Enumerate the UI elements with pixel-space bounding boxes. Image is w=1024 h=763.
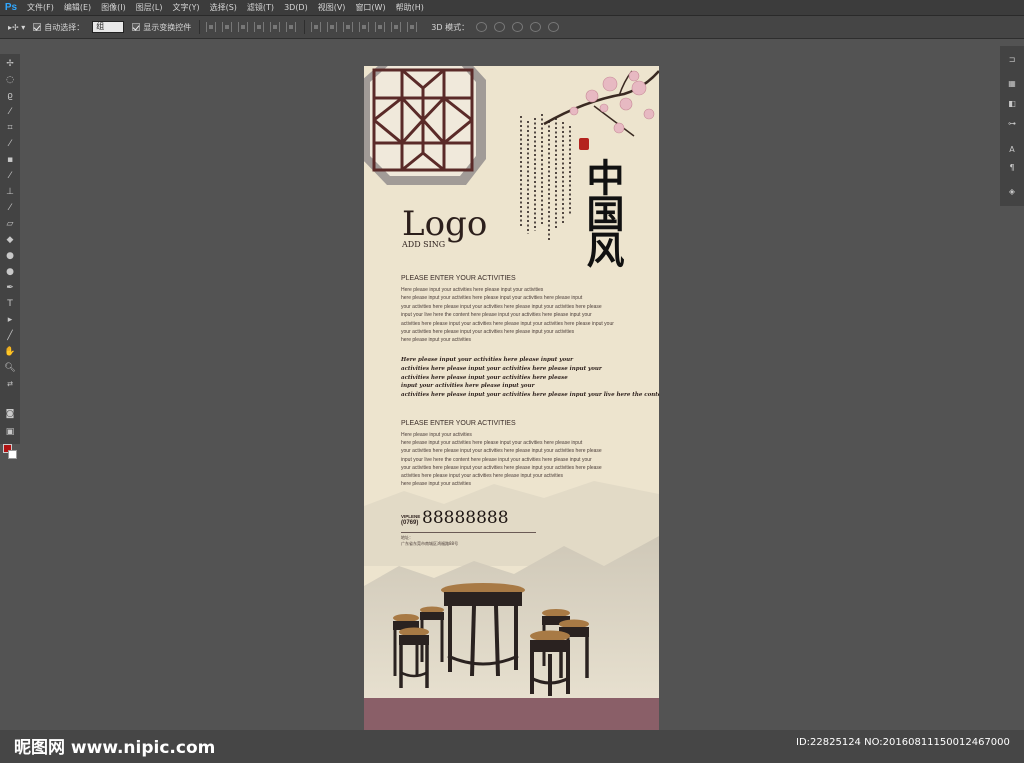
lasso-tool-icon[interactable]: ϱ — [4, 90, 16, 102]
distribute-top-icon[interactable] — [311, 22, 322, 32]
3d-panel-icon[interactable]: ◈ — [1006, 186, 1018, 198]
menu-type[interactable]: 文字(Y) — [167, 2, 204, 13]
options-bar: ▸✢ ▾ 自动选择： 组 显示变换控件 3D 模式： — [0, 16, 1024, 39]
type-tool-icon[interactable]: T — [4, 298, 16, 310]
show-transform-label: 显示变换控件 — [143, 22, 192, 32]
menu-image[interactable]: 图像(I) — [96, 2, 131, 13]
align-right-icon[interactable] — [286, 22, 297, 32]
menu-window[interactable]: 窗口(W) — [350, 2, 390, 13]
screen-mode-icon[interactable]: ▣ — [4, 426, 16, 438]
dodge-tool-icon[interactable]: ● — [4, 266, 16, 278]
distribute-bottom-icon[interactable] — [343, 22, 354, 32]
align-top-icon[interactable] — [206, 22, 217, 32]
separator — [304, 20, 306, 34]
3d-mode-label: 3D 模式： — [431, 22, 470, 32]
eraser-tool-icon[interactable]: ▱ — [4, 218, 16, 230]
photoshop-window: Ps 文件(F) 编辑(E) 图像(I) 图层(L) 文字(Y) 选择(S) 滤… — [0, 0, 1024, 763]
hand-tool-icon[interactable]: ✋ — [4, 346, 16, 358]
move-tool-icon[interactable]: ✢ — [4, 58, 16, 70]
move-tool-preset-icon[interactable]: ▸✢ ▾ — [8, 23, 25, 32]
path-select-tool-icon[interactable]: ▸ — [4, 314, 16, 326]
distribute-right-icon[interactable] — [391, 22, 402, 32]
furniture-illustration — [364, 583, 659, 730]
footer-band — [364, 698, 659, 730]
brush-panel-icon[interactable]: ⊶ — [1006, 118, 1018, 130]
separator — [199, 20, 201, 34]
history-brush-tool-icon[interactable]: ⁄ — [4, 202, 16, 214]
auto-select-dropdown[interactable]: 组 — [92, 21, 125, 33]
clone-stamp-tool-icon[interactable]: ⊥ — [4, 186, 16, 198]
brush-tool-icon[interactable]: ⁄ — [4, 170, 16, 182]
nipic-watermark: 昵图网 www.nipic.com — [14, 738, 216, 758]
swap-colors-icon[interactable]: ⇄ — [4, 378, 16, 390]
3d-pan-icon[interactable] — [512, 22, 524, 32]
distribute-hcenter-icon[interactable] — [375, 22, 386, 32]
align-hcenter-icon[interactable] — [270, 22, 281, 32]
healing-brush-tool-icon[interactable]: ▪ — [4, 154, 16, 166]
menu-help[interactable]: 帮助(H) — [391, 2, 429, 13]
paint-bucket-tool-icon[interactable]: ◆ — [4, 234, 16, 246]
menu-edit[interactable]: 编辑(E) — [59, 2, 96, 13]
crop-tool-icon[interactable]: ⌗ — [4, 122, 16, 134]
pen-tool-icon[interactable]: ✒ — [4, 282, 16, 294]
menu-layer[interactable]: 图层(L) — [131, 2, 168, 13]
stool-left-front — [399, 627, 429, 688]
photoshop-logo: Ps — [4, 2, 18, 13]
menu-bar: Ps 文件(F) 编辑(E) 图像(I) 图层(L) 文字(Y) 选择(S) 滤… — [0, 0, 1024, 16]
panel-dock: ⊐ ▦ ◧ ⊶ A ¶ ◈ — [1000, 46, 1024, 206]
auto-align-icon[interactable] — [407, 22, 418, 32]
3d-roll-icon[interactable] — [494, 22, 506, 32]
checkbox-icon — [33, 23, 42, 31]
menu-view[interactable]: 视图(V) — [313, 2, 351, 13]
blur-tool-icon[interactable]: ● — [4, 250, 16, 262]
eyedropper-tool-icon[interactable]: ⁄ — [4, 138, 16, 150]
marquee-tool-icon[interactable]: ◌ — [4, 74, 16, 86]
image-id-watermark: ID:22825124 NO:20160811150012467000 — [796, 737, 1010, 748]
round-table — [441, 583, 525, 677]
quick-select-tool-icon[interactable]: ⁄ — [4, 106, 16, 118]
checkbox-icon — [132, 23, 141, 31]
auto-select-checkbox[interactable]: 自动选择： — [33, 22, 84, 33]
menu-select[interactable]: 选择(S) — [205, 2, 242, 13]
align-bottom-icon[interactable] — [238, 22, 249, 32]
distribute-vcenter-icon[interactable] — [327, 22, 338, 32]
3d-scale-icon[interactable] — [548, 22, 560, 32]
quick-mask-icon[interactable]: ◙ — [4, 408, 16, 420]
menu-3d[interactable]: 3D(D) — [279, 3, 313, 12]
show-transform-checkbox[interactable]: 显示变换控件 — [132, 22, 191, 33]
document-canvas[interactable]: 中国风 Logo ADD SING PLEASE ENTER YOUR ACTI… — [364, 66, 659, 730]
distribute-left-icon[interactable] — [359, 22, 370, 32]
line-tool-icon[interactable]: ╱ — [4, 330, 16, 342]
tools-panel: ✢ ◌ ϱ ⁄ ⌗ ⁄ ▪ ⁄ ⊥ ⁄ ▱ ◆ ● ● ✒ T ▸ ╱ ✋ 🔍︎… — [0, 54, 20, 459]
adjustments-panel-icon[interactable]: ▦ — [1006, 78, 1018, 90]
align-left-icon[interactable] — [254, 22, 265, 32]
menu-file[interactable]: 文件(F) — [22, 2, 59, 13]
align-vcenter-icon[interactable] — [222, 22, 233, 32]
stool-right-front — [530, 630, 570, 696]
auto-select-label: 自动选择： — [44, 22, 85, 32]
character-panel-icon[interactable]: A — [1006, 144, 1018, 156]
layers-panel-icon[interactable]: ◧ — [1006, 98, 1018, 110]
background-color-swatch[interactable] — [8, 450, 17, 459]
menu-filter[interactable]: 滤镜(T) — [242, 2, 279, 13]
paragraph-panel-icon[interactable]: ¶ — [1006, 162, 1018, 174]
history-panel-icon[interactable]: ⊐ — [1006, 54, 1018, 66]
3d-rotate-icon[interactable] — [476, 22, 488, 32]
zoom-tool-icon[interactable]: 🔍︎ — [4, 362, 16, 374]
3d-slide-icon[interactable] — [530, 22, 542, 32]
